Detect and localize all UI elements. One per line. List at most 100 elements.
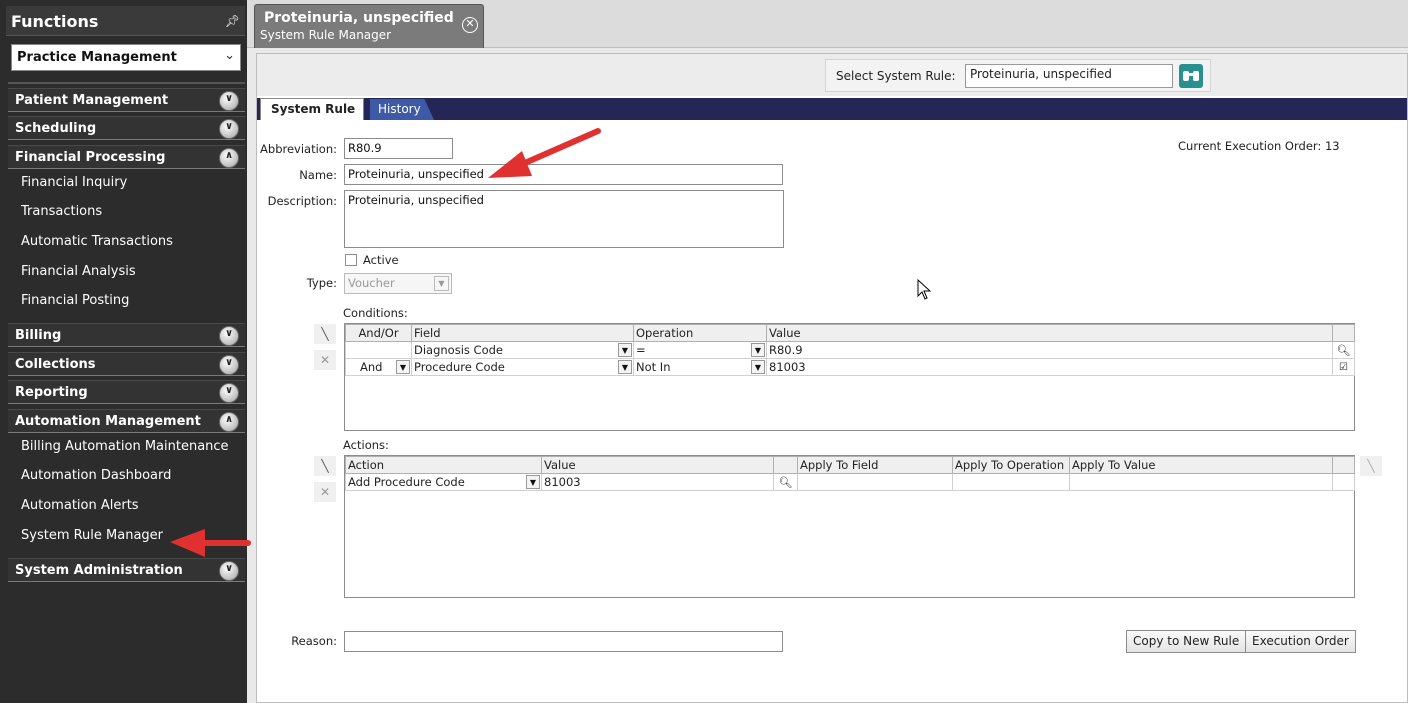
col-header-lookup xyxy=(773,456,798,474)
expand-chevron-icon[interactable]: ∨ xyxy=(219,91,239,111)
section-billing[interactable]: Billing ∨ xyxy=(8,323,245,347)
col-header-andor: And/Or xyxy=(345,324,412,342)
expand-chevron-icon[interactable]: ∨ xyxy=(219,119,239,139)
sidebar-item-financial-analysis[interactable]: Financial Analysis xyxy=(21,264,136,279)
active-checkbox[interactable] xyxy=(345,254,357,266)
expand-chevron-icon[interactable]: ∨ xyxy=(219,355,239,375)
cell-field[interactable]: Procedure Code ▼ xyxy=(411,358,634,376)
cell-apply-to-operation[interactable] xyxy=(952,473,1070,491)
table-row[interactable]: And ▼ Procedure Code ▼ Not In ▼ 81003 ☑ xyxy=(345,358,1355,376)
cell-operation[interactable]: Not In ▼ xyxy=(633,358,767,376)
section-financial-processing[interactable]: Financial Processing ∧ xyxy=(8,145,245,169)
cell-andor[interactable] xyxy=(345,341,412,359)
module-select-value: Practice Management xyxy=(17,50,177,65)
sidebar-item-transactions[interactable]: Transactions xyxy=(21,204,102,219)
cell-value[interactable]: 81003 xyxy=(766,358,1333,376)
abbreviation-label: Abbreviation: xyxy=(260,142,337,156)
expand-chevron-icon[interactable]: ∨ xyxy=(219,326,239,346)
col-header-apply-to-field: Apply To Field xyxy=(797,456,953,474)
table-row[interactable]: Diagnosis Code ▼ = ▼ R80.9 🔍︎ xyxy=(345,341,1355,359)
dropdown-arrow-icon[interactable]: ▼ xyxy=(618,360,632,374)
abbreviation-field[interactable]: R80.9 xyxy=(344,138,453,159)
cell-value[interactable]: R80.9 xyxy=(766,341,1333,359)
cell-apply-to-field[interactable] xyxy=(797,473,953,491)
close-icon[interactable]: ✕ xyxy=(462,17,478,33)
section-scheduling[interactable]: Scheduling ∨ xyxy=(8,116,245,140)
reason-field[interactable] xyxy=(344,631,783,652)
pin-icon[interactable]: 📌︎ xyxy=(225,14,240,28)
cell-field[interactable]: Diagnosis Code ▼ xyxy=(411,341,634,359)
section-patient-management[interactable]: Patient Management ∨ xyxy=(8,88,245,112)
col-header-value: Value xyxy=(766,324,1333,342)
select-rule-bar: Select System Rule: Proteinuria, unspeci… xyxy=(257,54,1407,96)
conditions-table: And/Or Field Operation Value Diagnosis C… xyxy=(345,324,1355,376)
cell-operation-value: = xyxy=(636,343,646,357)
document-tab[interactable]: Proteinuria, unspecified System Rule Man… xyxy=(254,4,484,48)
dropdown-arrow-icon[interactable]: ▼ xyxy=(751,343,765,357)
select-rule-input[interactable]: Proteinuria, unspecified xyxy=(965,64,1173,88)
actions-label: Actions: xyxy=(343,438,389,452)
cell-apply-to-value[interactable] xyxy=(1069,473,1333,491)
name-label: Name: xyxy=(299,168,337,182)
tab-history[interactable]: History xyxy=(370,99,434,120)
document-tab-title: Proteinuria, unspecified xyxy=(264,10,454,26)
cell-blank xyxy=(1332,473,1355,491)
main-area: Proteinuria, unspecified System Rule Man… xyxy=(247,0,1408,703)
sidebar-item-automatic-transactions[interactable]: Automatic Transactions xyxy=(21,234,173,249)
expand-chevron-icon[interactable]: ∨ xyxy=(219,383,239,403)
type-select: Voucher ▼ xyxy=(344,273,452,294)
binoculars-search-button[interactable] xyxy=(1179,64,1203,88)
expand-chevron-icon[interactable]: ∨ xyxy=(219,561,239,581)
section-system-administration[interactable]: System Administration ∨ xyxy=(8,558,245,582)
cell-andor[interactable]: And ▼ xyxy=(345,358,412,376)
binoculars-icon xyxy=(1183,71,1199,81)
add-action-wand-icon[interactable]: ╲ xyxy=(314,456,336,476)
sidebar-item-system-rule-manager[interactable]: System Rule Manager xyxy=(21,528,163,543)
dropdown-arrow-icon[interactable]: ▼ xyxy=(526,475,540,489)
add-condition-wand-icon[interactable]: ╲ xyxy=(314,324,336,344)
sidebar-divider xyxy=(8,82,245,84)
col-header-action: Action xyxy=(345,456,542,474)
col-header-blank xyxy=(1332,456,1355,474)
section-reporting[interactable]: Reporting ∨ xyxy=(8,380,245,404)
section-label: System Administration xyxy=(15,563,183,578)
delete-action-icon[interactable]: ✕ xyxy=(314,482,336,502)
type-label: Type: xyxy=(306,276,337,290)
sidebar-item-automation-alerts[interactable]: Automation Alerts xyxy=(21,498,139,513)
col-header-operation: Operation xyxy=(633,324,767,342)
description-label: Description: xyxy=(267,194,337,208)
cell-field-value: Procedure Code xyxy=(414,360,505,374)
cell-operation[interactable]: = ▼ xyxy=(633,341,767,359)
tab-system-rule[interactable]: System Rule xyxy=(260,98,364,120)
dropdown-arrow-icon[interactable]: ▼ xyxy=(618,343,632,357)
dropdown-arrow-icon[interactable]: ▼ xyxy=(751,360,765,374)
cell-value[interactable]: 81003 xyxy=(541,473,774,491)
col-header-apply-to-value: Apply To Value xyxy=(1069,456,1333,474)
sidebar-item-financial-posting[interactable]: Financial Posting xyxy=(21,293,129,308)
cell-field-value: Diagnosis Code xyxy=(414,343,503,357)
table-row[interactable]: Add Procedure Code ▼ 81003 🔍︎ xyxy=(345,473,1355,491)
section-label: Reporting xyxy=(15,385,88,400)
description-field[interactable]: Proteinuria, unspecified xyxy=(344,190,784,248)
cell-action[interactable]: Add Procedure Code ▼ xyxy=(345,473,542,491)
module-select[interactable]: Practice Management ⌄ xyxy=(11,44,241,71)
sidebar-item-automation-dashboard[interactable]: Automation Dashboard xyxy=(21,468,171,483)
list-select-icon[interactable]: ☑ xyxy=(1332,358,1355,376)
section-label: Patient Management xyxy=(15,93,169,108)
binoculars-icon[interactable]: 🔍︎ xyxy=(773,473,798,491)
copy-to-new-rule-button[interactable]: Copy to New Rule xyxy=(1126,630,1247,653)
collapse-chevron-icon[interactable]: ∧ xyxy=(219,148,239,168)
section-automation-management[interactable]: Automation Management ∧ xyxy=(8,409,245,433)
name-field[interactable]: Proteinuria, unspecified xyxy=(344,164,783,185)
dropdown-arrow-icon[interactable]: ▼ xyxy=(396,360,410,374)
execution-order-button[interactable]: Execution Order xyxy=(1245,630,1356,653)
delete-condition-icon[interactable]: ✕ xyxy=(314,350,336,370)
mouse-cursor-icon xyxy=(917,279,932,300)
sidebar-item-billing-automation-maintenance[interactable]: Billing Automation Maintenance xyxy=(21,439,229,454)
col-header-value: Value xyxy=(541,456,774,474)
sidebar-item-financial-inquiry[interactable]: Financial Inquiry xyxy=(21,175,127,190)
section-collections[interactable]: Collections ∨ xyxy=(8,352,245,376)
collapse-chevron-icon[interactable]: ∧ xyxy=(219,412,239,432)
binoculars-icon[interactable]: 🔍︎ xyxy=(1332,341,1355,359)
wand-icon[interactable]: ╲ xyxy=(1360,456,1382,476)
